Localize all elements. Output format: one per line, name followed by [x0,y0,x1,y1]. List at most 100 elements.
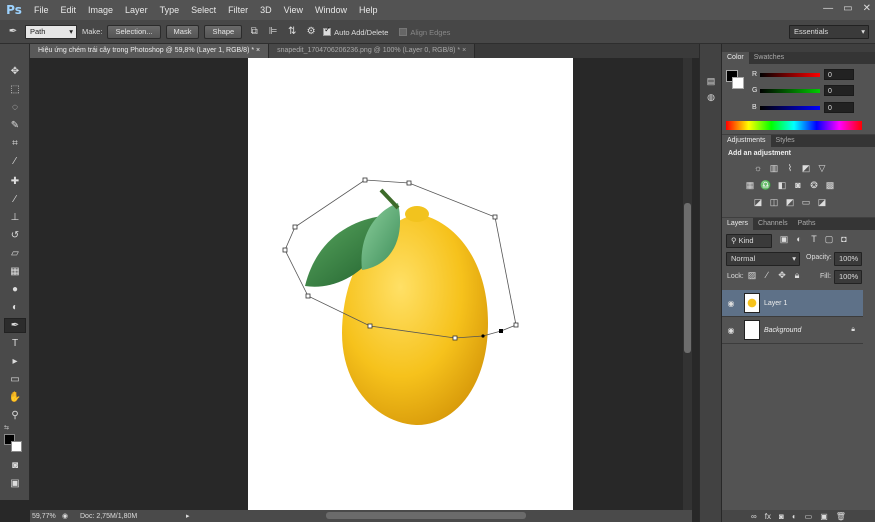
new-adjustment-icon[interactable]: ◐ [792,512,797,521]
black-white-icon[interactable]: ◧ [776,180,788,190]
pen-tool-preset-icon[interactable]: ✒ [6,25,20,39]
path-operations-icon[interactable]: ⧉ [247,25,261,39]
pixel-filter-icon[interactable]: ▣ [778,234,790,244]
document-tab[interactable]: Hiệu ứng chém trái cây trong Photoshop @… [30,44,270,58]
pen-tool-icon[interactable]: ✒ [4,318,26,333]
status-icon[interactable]: ◉ [62,512,76,520]
mask-button[interactable]: Mask [165,24,200,39]
lock-all-icon[interactable]: 🔒︎ [791,270,803,280]
layer-style-icon[interactable]: fx [765,512,771,521]
tab-swatches[interactable]: Swatches [749,52,789,64]
color-balance-icon[interactable]: ♎ [760,180,772,190]
delete-layer-icon[interactable]: 🗑︎ [836,512,846,521]
tab-layers[interactable]: Layers [722,218,754,230]
red-slider[interactable] [760,73,820,77]
blue-value[interactable]: 0 [824,102,854,113]
path-selection-tool-icon[interactable]: ▸ [4,354,26,369]
pen-mode-dropdown[interactable]: Path ▾ [25,24,77,39]
blur-tool-icon[interactable]: ● [4,282,26,297]
color-lookup-icon[interactable]: ▩ [824,180,836,190]
horizontal-scroll-thumb[interactable] [326,512,526,519]
path-alignment-icon[interactable]: ⊫ [266,25,280,39]
screen-mode-icon[interactable]: ▣ [4,476,26,491]
properties-panel-icon[interactable]: ◍ [703,90,719,104]
vibrance-icon[interactable]: ▽ [816,163,828,173]
minimize-icon[interactable]: — [823,3,833,14]
gear-icon[interactable]: ⚙ [304,25,318,39]
close-icon[interactable]: × [462,47,466,54]
dodge-tool-icon[interactable]: ◐ [4,300,26,315]
background-color-swatch[interactable] [11,441,22,452]
blue-slider[interactable] [760,106,820,110]
marquee-tool-icon[interactable]: ⬚ [4,82,26,97]
color-spectrum-ramp[interactable] [726,121,862,130]
blend-mode-dropdown[interactable]: Normal ▾ [726,252,800,266]
menu-select[interactable]: Select [185,0,222,20]
selection-button[interactable]: Selection... [107,24,161,39]
add-mask-icon[interactable]: ◙ [779,512,784,521]
photo-filter-icon[interactable]: ◙ [792,180,804,190]
vertical-scroll-thumb[interactable] [684,203,691,353]
tab-styles[interactable]: Styles [771,135,800,147]
document-canvas[interactable] [248,58,573,510]
spot-healing-tool-icon[interactable]: ✚ [4,174,26,189]
type-tool-icon[interactable]: T [4,336,26,351]
quick-selection-tool-icon[interactable]: ✎ [4,118,26,133]
close-icon[interactable]: × [256,47,260,54]
shape-filter-icon[interactable]: ▢ [823,234,835,244]
gradient-map-icon[interactable]: ▭ [800,197,812,207]
selective-color-icon[interactable]: ◪ [816,197,828,207]
layer-row[interactable]: ◉ Background 🔒︎ [722,317,863,344]
layer-row[interactable]: ◉ Layer 1 [722,290,863,317]
hand-tool-icon[interactable]: ✋ [4,390,26,405]
eraser-tool-icon[interactable]: ▱ [4,246,26,261]
lasso-tool-icon[interactable]: ◌ [4,100,26,115]
close-icon[interactable]: ✕ [863,3,871,14]
menu-edit[interactable]: Edit [55,0,83,20]
tab-channels[interactable]: Channels [753,218,793,230]
hue-saturation-icon[interactable]: ▦ [744,180,756,190]
adjustment-filter-icon[interactable]: ◐ [793,234,805,244]
crop-tool-icon[interactable]: ⌗ [4,136,26,151]
menu-layer[interactable]: Layer [119,0,154,20]
zoom-tool-icon[interactable]: ⚲ [4,408,26,423]
opacity-field[interactable]: 100% [834,252,862,266]
eye-icon[interactable]: ◉ [722,326,740,335]
channel-mixer-icon[interactable]: ❂ [808,180,820,190]
lock-pixels-icon[interactable]: ∕ [761,270,773,280]
menu-view[interactable]: View [278,0,309,20]
curves-icon[interactable]: ⌇ [784,163,796,173]
tab-adjustments[interactable]: Adjustments [722,135,771,147]
document-tab[interactable]: snapedit_1704706206236.png @ 100% (Layer… [269,44,476,58]
menu-help[interactable]: Help [353,0,384,20]
maximize-icon[interactable]: ▭ [843,3,852,14]
green-slider[interactable] [760,89,820,93]
layer-filter-kind-dropdown[interactable]: ⚲ Kind [726,234,772,248]
workspace-dropdown[interactable]: Essentials ▾ [789,25,869,39]
green-value[interactable]: 0 [824,85,854,96]
lock-transparency-icon[interactable]: ▨ [746,270,758,280]
menu-file[interactable]: File [28,0,55,20]
new-group-icon[interactable]: ▭ [805,512,813,521]
zoom-level[interactable]: 59,77% [30,513,62,520]
type-filter-icon[interactable]: T [808,234,820,244]
gradient-tool-icon[interactable]: ▦ [4,264,26,279]
menu-filter[interactable]: Filter [222,0,254,20]
path-arrangement-icon[interactable]: ⇅ [285,25,299,39]
new-layer-icon[interactable]: ▣ [820,512,828,521]
quick-mask-icon[interactable]: ◙ [4,458,26,473]
eye-icon[interactable]: ◉ [722,299,740,308]
clone-stamp-tool-icon[interactable]: ⊥ [4,210,26,225]
threshold-icon[interactable]: ◩ [784,197,796,207]
shape-button[interactable]: Shape [204,24,243,39]
align-edges-checkbox[interactable]: Align Edges [399,27,450,37]
invert-icon[interactable]: ◪ [752,197,764,207]
brightness-icon[interactable]: ☼ [752,163,764,173]
red-value[interactable]: 0 [824,69,854,80]
background-color-swatch[interactable] [732,77,744,89]
menu-3d[interactable]: 3D [254,0,278,20]
menu-image[interactable]: Image [82,0,119,20]
exposure-icon[interactable]: ◩ [800,163,812,173]
vertical-scrollbar[interactable] [683,58,692,510]
canvas-area[interactable] [30,58,690,510]
